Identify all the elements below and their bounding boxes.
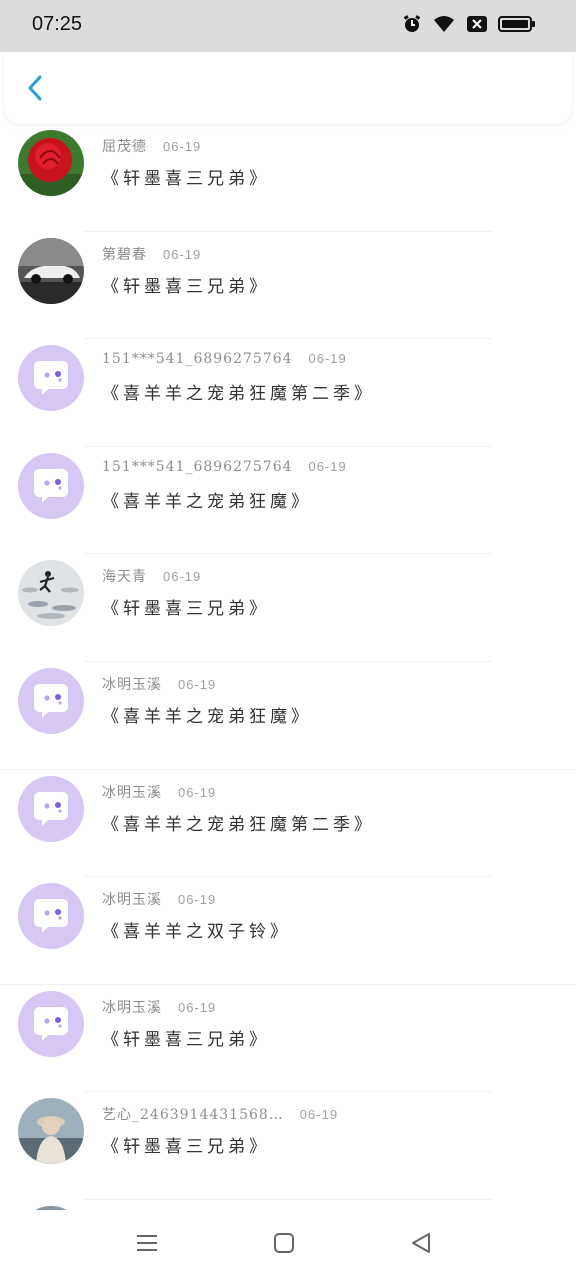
status-time: 07:25	[32, 13, 83, 35]
video-title[interactable]: 《喜羊羊之宠弟狂魔》	[102, 702, 312, 727]
avatar[interactable]	[18, 667, 84, 734]
avatar[interactable]	[18, 237, 84, 304]
username[interactable]: 151***541_6896275764	[102, 351, 293, 367]
date-label: 06-19	[163, 569, 202, 585]
home-icon[interactable]	[273, 1232, 295, 1258]
date-label: 06-19	[178, 676, 217, 692]
no-sim-icon	[466, 14, 488, 34]
list-item[interactable]	[0, 1200, 576, 1210]
avatar[interactable]	[18, 1098, 84, 1165]
avatar[interactable]	[18, 130, 84, 196]
status-icons	[402, 14, 536, 34]
date-label: 06-19	[178, 999, 217, 1015]
battery-icon	[498, 14, 536, 34]
username[interactable]: 艺心_2463914431568…	[102, 1107, 284, 1123]
wifi-icon	[432, 14, 456, 34]
username-line: 冰明玉溪 06-19	[102, 889, 216, 909]
username[interactable]: 冰明玉溪	[102, 785, 162, 801]
list-item[interactable]: 屈茂德 06-19 《轩墨喜三兄弟》	[0, 124, 576, 232]
date-label: 06-19	[163, 139, 202, 154]
back-triangle-icon[interactable]	[410, 1232, 432, 1258]
avatar[interactable]	[18, 452, 84, 519]
date-label: 06-19	[308, 458, 347, 474]
system-nav-bar	[0, 1210, 576, 1280]
date-label: 06-19	[178, 784, 217, 800]
list-item[interactable]: 冰明玉溪 06-19 《轩墨喜三兄弟》	[0, 985, 576, 1093]
list-item[interactable]: 151***541_6896275764 06-19 《喜羊羊之宠弟狂魔第二季》	[0, 339, 576, 447]
video-title[interactable]: 《轩墨喜三兄弟》	[102, 594, 270, 619]
status-bar: 07:25	[0, 0, 576, 52]
username[interactable]: 151***541_6896275764	[102, 459, 293, 475]
date-label: 06-19	[163, 246, 202, 262]
username-line: 屈茂德 06-19	[102, 136, 201, 156]
video-title[interactable]: 《轩墨喜三兄弟》	[102, 272, 270, 297]
list-item[interactable]: 海天青 06-19 《轩墨喜三兄弟》	[0, 554, 576, 662]
username-line: 冰明玉溪 06-19	[102, 674, 216, 694]
username[interactable]: 冰明玉溪	[102, 677, 162, 693]
username[interactable]: 冰明玉溪	[102, 892, 162, 908]
avatar[interactable]	[18, 775, 84, 842]
menu-icon[interactable]	[136, 1232, 158, 1258]
video-title[interactable]: 《喜羊羊之宠弟狂魔》	[102, 487, 312, 512]
date-label: 06-19	[308, 351, 347, 367]
username-line: 151***541_6896275764 06-19	[102, 459, 347, 475]
avatar[interactable]	[18, 883, 84, 950]
username-line: 冰明玉溪 06-19	[102, 782, 216, 802]
username-line: 第碧春 06-19	[102, 244, 201, 264]
list-item[interactable]: 艺心_2463914431568… 06-19 《轩墨喜三兄弟》	[0, 1092, 576, 1200]
video-title[interactable]: 《喜羊羊之宠弟狂魔第二季》	[102, 379, 375, 404]
video-title[interactable]: 《轩墨喜三兄弟》	[102, 1025, 270, 1050]
username-line: 151***541_6896275764 06-19	[102, 351, 347, 367]
list-item[interactable]: 第碧春 06-19 《轩墨喜三兄弟》	[0, 232, 576, 340]
username-line: 艺心_2463914431568… 06-19	[102, 1104, 338, 1124]
list-item[interactable]: 151***541_6896275764 06-19 《喜羊羊之宠弟狂魔》	[0, 447, 576, 555]
video-title[interactable]: 《轩墨喜三兄弟》	[102, 1132, 270, 1157]
username[interactable]: 海天青	[102, 569, 147, 585]
history-list: 屈茂德 06-19 《轩墨喜三兄弟》 第碧春 06-19 《轩墨喜三兄弟》 151***54…	[0, 124, 576, 1210]
username-line: 海天青 06-19	[102, 566, 201, 586]
video-title[interactable]: 《喜羊羊之双子铃》	[102, 917, 291, 942]
avatar[interactable]	[18, 990, 84, 1057]
username-line: 冰明玉溪 06-19	[102, 997, 216, 1017]
avatar[interactable]	[18, 345, 84, 412]
video-title[interactable]: 《轩墨喜三兄弟》	[102, 164, 270, 189]
alarm-icon	[402, 14, 422, 34]
username[interactable]: 屈茂德	[102, 139, 147, 155]
video-title[interactable]: 《喜羊羊之宠弟狂魔第二季》	[102, 810, 375, 835]
date-label: 06-19	[178, 892, 217, 908]
list-item[interactable]: 冰明玉溪 06-19 《喜羊羊之双子铃》	[0, 877, 576, 985]
username[interactable]: 冰明玉溪	[102, 1000, 162, 1016]
list-item[interactable]: 冰明玉溪 06-19 《喜羊羊之宠弟狂魔第二季》	[0, 770, 576, 878]
chevron-left-icon[interactable]	[22, 74, 50, 102]
avatar[interactable]	[18, 560, 84, 627]
list-item[interactable]: 冰明玉溪 06-19 《喜羊羊之宠弟狂魔》	[0, 662, 576, 770]
top-navbar	[4, 52, 572, 124]
username[interactable]: 第碧春	[102, 247, 147, 263]
date-label: 06-19	[299, 1107, 339, 1123]
